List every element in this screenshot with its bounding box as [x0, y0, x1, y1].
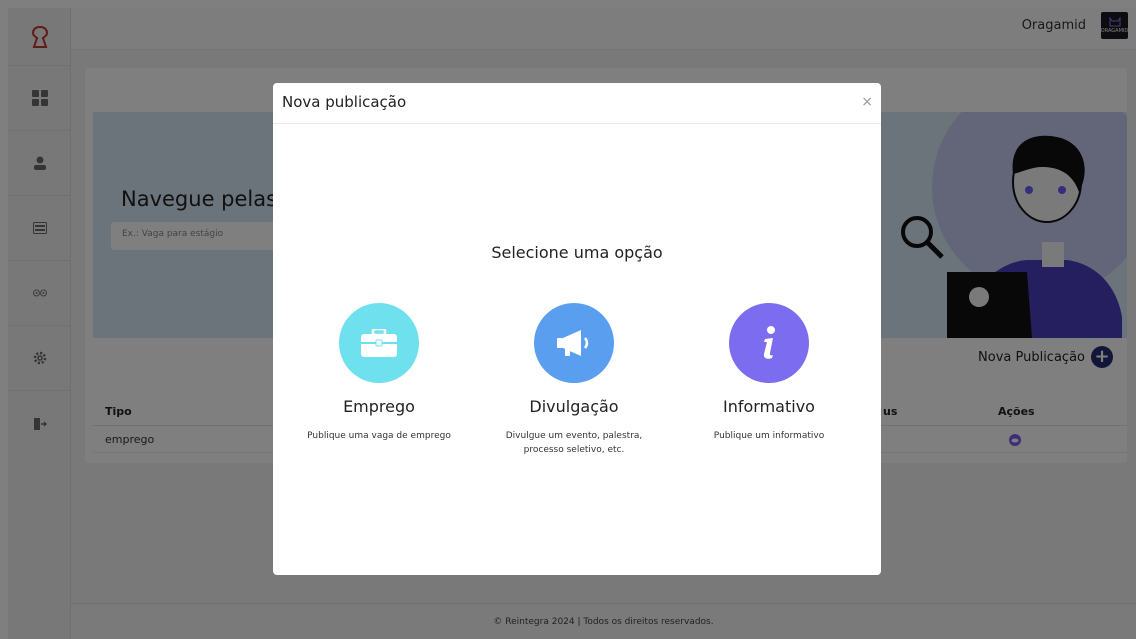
option-informativo-title: Informativo — [723, 397, 815, 416]
megaphone-icon-circle — [534, 303, 614, 383]
option-divulgacao-title: Divulgação — [529, 397, 619, 416]
option-divulgacao-description: Divulgue um evento, palestra, processo s… — [505, 431, 643, 455]
option-informativo[interactable]: Informativo Publique um informativo — [674, 303, 864, 443]
option-emprego-description: Publique uma vaga de emprego — [307, 431, 451, 441]
modal-header: Nova publicação × — [273, 83, 881, 124]
megaphone-icon — [557, 330, 589, 356]
briefcase-icon — [361, 329, 397, 357]
close-icon[interactable]: × — [861, 94, 873, 110]
option-emprego-title: Emprego — [343, 397, 415, 416]
modal-title: Nova publicação — [282, 93, 407, 111]
briefcase-icon-circle — [339, 303, 419, 383]
option-emprego[interactable]: Emprego Publique uma vaga de emprego — [284, 303, 474, 443]
info-icon-circle — [729, 303, 809, 383]
info-icon — [763, 326, 775, 359]
new-publication-modal: Nova publicação × Selecione uma opção Em… — [273, 83, 881, 575]
modal-subtitle: Selecione uma opção — [491, 243, 663, 262]
option-informativo-description: Publique um informativo — [713, 431, 825, 441]
option-divulgacao[interactable]: Divulgação Divulgue um evento, palestra,… — [479, 303, 669, 457]
